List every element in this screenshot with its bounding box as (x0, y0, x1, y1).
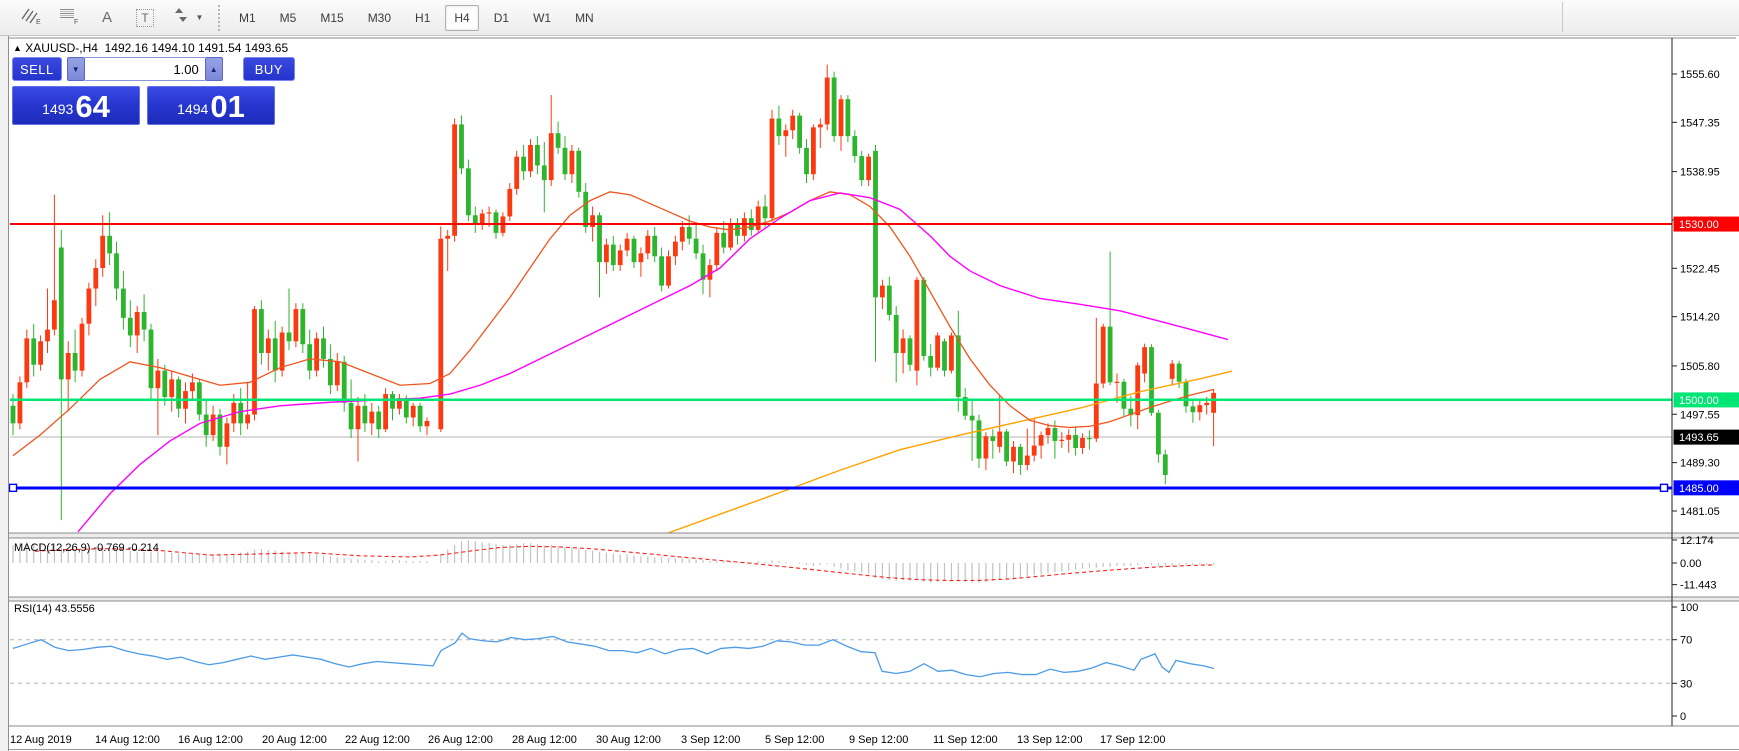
svg-text:1530.00: 1530.00 (1679, 219, 1719, 231)
svg-text:1555.60: 1555.60 (1680, 69, 1720, 81)
volume-input[interactable] (85, 57, 205, 81)
buy-price-box[interactable]: 1494 01 (147, 86, 275, 125)
one-click-price-row: 1493 64 1494 01 (12, 86, 295, 125)
buy-button[interactable]: BUY (243, 57, 295, 81)
svg-text:1485.00: 1485.00 (1679, 483, 1719, 495)
svg-text:20 Aug 12:00: 20 Aug 12:00 (262, 734, 327, 746)
sell-button[interactable]: SELL (12, 57, 62, 81)
hline-handle-left[interactable] (10, 484, 17, 491)
green-line-price-label: 1500.00 (1674, 392, 1739, 407)
red-line-price-label: 1530.00 (1674, 217, 1739, 232)
svg-text:1489.30: 1489.30 (1680, 458, 1720, 470)
collapse-icon[interactable]: ▲ (13, 43, 22, 53)
chart-title: ▲ XAUUSD-,H4 1492.16 1494.10 1491.54 149… (13, 41, 288, 55)
volume-decrease-button[interactable]: ▼ (67, 57, 85, 81)
svg-text:-11.443: -11.443 (1680, 580, 1717, 592)
horizontal-line-objects (10, 224, 1673, 491)
svg-text:0: 0 (1680, 711, 1686, 723)
svg-text:11 Sep 12:00: 11 Sep 12:00 (933, 734, 998, 746)
svg-text:70: 70 (1680, 635, 1692, 647)
svg-text:22 Aug 12:00: 22 Aug 12:00 (345, 734, 410, 746)
buy-price-small: 1494 (177, 96, 208, 122)
svg-text:12.174: 12.174 (1680, 535, 1714, 547)
candlestick-series (11, 65, 1216, 520)
macd-label: MACD(12,26,9) -0.769 -0.214 (14, 542, 159, 554)
svg-text:14 Aug 12:00: 14 Aug 12:00 (95, 734, 160, 746)
moving-averages (13, 192, 1232, 533)
svg-text:1547.35: 1547.35 (1680, 117, 1720, 129)
svg-text:13 Sep 12:00: 13 Sep 12:00 (1017, 734, 1082, 746)
one-click-top-row: SELL ▼ ▲ BUY (12, 57, 295, 81)
svg-text:3 Sep 12:00: 3 Sep 12:00 (681, 734, 740, 746)
svg-text:1500.00: 1500.00 (1679, 395, 1719, 407)
svg-text:9 Sep 12:00: 9 Sep 12:00 (849, 734, 908, 746)
svg-text:1522.45: 1522.45 (1680, 263, 1720, 275)
sell-price-small: 1493 (42, 96, 73, 122)
date-axis: 12 Aug 2019 14 Aug 12:00 16 Aug 12:00 20 Au… (10, 734, 1165, 746)
svg-text:1493.65: 1493.65 (1679, 432, 1719, 444)
rsi-pane: 100 70 30 0 RSI(14) 43.5556 (10, 602, 1698, 723)
svg-text:26 Aug 12:00: 26 Aug 12:00 (428, 734, 493, 746)
blue-line-price-label: 1485.00 (1674, 480, 1739, 495)
hline-handle-right[interactable] (1661, 484, 1668, 491)
price-axis: 1555.601547.351538.951530.701522.451514.… (1672, 69, 1720, 518)
svg-text:100: 100 (1680, 602, 1698, 614)
volume-stepper: ▼ ▲ (67, 57, 223, 81)
rsi-label: RSI(14) 43.5556 (14, 603, 95, 615)
window-left-border (0, 36, 9, 751)
chart-ohlc-values: 1492.16 1494.10 1491.54 1493.65 (105, 41, 289, 55)
sell-price-box[interactable]: 1493 64 (12, 86, 140, 125)
volume-increase-button[interactable]: ▲ (205, 57, 223, 81)
sell-price-big: 64 (75, 91, 109, 122)
svg-text:17 Sep 12:00: 17 Sep 12:00 (1100, 734, 1165, 746)
svg-text:16 Aug 12:00: 16 Aug 12:00 (178, 734, 243, 746)
svg-text:5 Sep 12:00: 5 Sep 12:00 (765, 734, 824, 746)
svg-text:12 Aug 2019: 12 Aug 2019 (10, 734, 72, 746)
one-click-trading-panel: SELL ▼ ▲ BUY 1493 64 1494 01 (12, 57, 295, 125)
svg-text:1481.05: 1481.05 (1680, 506, 1720, 518)
svg-text:30 Aug 12:00: 30 Aug 12:00 (596, 734, 661, 746)
bid-price-label: 1493.65 (1674, 430, 1739, 445)
mt4-window: E F A T (0, 0, 1739, 751)
svg-text:28 Aug 12:00: 28 Aug 12:00 (512, 734, 577, 746)
svg-text:0.00: 0.00 (1680, 558, 1701, 570)
svg-text:30: 30 (1680, 678, 1692, 690)
svg-text:1497.55: 1497.55 (1680, 409, 1720, 421)
svg-text:1538.95: 1538.95 (1680, 167, 1720, 179)
pane-frames (0, 38, 1739, 750)
svg-text:1514.20: 1514.20 (1680, 312, 1720, 324)
svg-text:1505.80: 1505.80 (1680, 361, 1720, 373)
macd-pane: 12.174 0.00 -11.443 MACD(12,26,9) -0.769 -0… (13, 535, 1717, 592)
buy-price-big: 01 (210, 91, 244, 122)
chart-symbol-label: XAUUSD-,H4 (25, 41, 98, 55)
